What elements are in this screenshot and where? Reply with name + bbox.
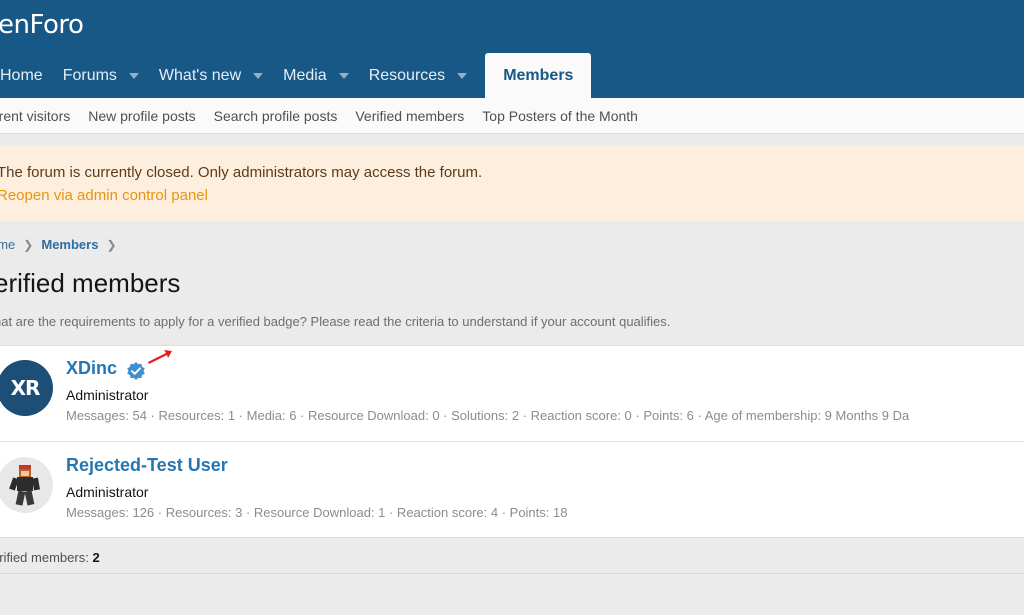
site-logo[interactable]: enForo — [0, 10, 84, 40]
reopen-link[interactable]: Reopen via admin control panel — [0, 185, 1024, 207]
page-title: erified members — [0, 268, 181, 298]
subnav-search-profile-posts[interactable]: Search profile posts — [205, 108, 347, 124]
arrow-annotation-icon — [148, 350, 172, 364]
tab-resources[interactable]: Resources — [359, 53, 477, 98]
member-role: Administrator — [66, 387, 149, 403]
avatar-initials: XR — [10, 376, 41, 400]
tab-members[interactable]: Members — [485, 53, 592, 98]
list-item: Rejected-Test User Administrator Message… — [0, 443, 1024, 539]
forum-closed-notice: The forum is currently closed. Only admi… — [0, 146, 1024, 221]
list-item: XR XDinc Administrator Messages: 54 · Re… — [0, 346, 1024, 442]
site-header: enForo Home Forums What's new Media Reso… — [0, 0, 1024, 98]
chevron-right-icon: ❯ — [106, 237, 117, 252]
avatar[interactable]: XR — [0, 360, 53, 416]
tab-whats-new[interactable]: What's new — [149, 53, 273, 98]
subnav-verified-members[interactable]: Verified members — [346, 108, 473, 124]
tab-media[interactable]: Media — [273, 53, 359, 98]
subnav-new-profile-posts[interactable]: New profile posts — [79, 108, 204, 124]
verified-count: erified members: 2 — [0, 550, 100, 565]
chevron-down-icon[interactable] — [457, 72, 468, 79]
chevron-down-icon[interactable] — [253, 72, 264, 79]
member-stats: Messages: 126 · Resources: 3 · Resource … — [66, 505, 568, 520]
tab-home-label: Home — [0, 66, 43, 84]
chevron-down-icon[interactable] — [338, 72, 349, 79]
tab-whats-new-label: What's new — [158, 66, 242, 84]
tab-media-label: Media — [283, 66, 327, 84]
subnav-top-posters[interactable]: Top Posters of the Month — [473, 108, 647, 124]
verified-count-value: 2 — [92, 550, 100, 565]
sub-nav: rrent visitors New profile posts Search … — [0, 98, 1024, 134]
chevron-right-icon: ❯ — [23, 237, 34, 252]
breadcrumb-home[interactable]: ome — [0, 237, 15, 252]
member-list: XR XDinc Administrator Messages: 54 · Re… — [0, 345, 1024, 538]
member-stats: Messages: 54 · Resources: 1 · Media: 6 ·… — [66, 408, 910, 423]
character-avatar-icon — [9, 465, 40, 506]
divider — [0, 573, 1024, 574]
notice-text: The forum is currently closed. Only admi… — [0, 164, 483, 181]
tab-forums[interactable]: Forums — [53, 53, 149, 98]
tab-forums-label: Forums — [62, 66, 117, 84]
member-name[interactable]: XDinc — [66, 358, 117, 379]
avatar[interactable] — [0, 457, 53, 513]
verified-badge-icon — [127, 362, 145, 380]
main-nav: Home Forums What's new Media Resources M… — [0, 53, 592, 98]
chevron-down-icon[interactable] — [128, 72, 139, 79]
member-name[interactable]: Rejected-Test User — [66, 455, 228, 476]
tab-home[interactable]: Home — [0, 53, 53, 98]
tab-resources-label: Resources — [368, 66, 446, 84]
member-role: Administrator — [66, 484, 149, 500]
subnav-current-visitors[interactable]: rrent visitors — [0, 108, 79, 124]
verified-count-label: erified members: — [0, 550, 89, 565]
page-description: hat are the requirements to apply for a … — [0, 314, 671, 329]
breadcrumb-members[interactable]: Members — [41, 237, 98, 252]
tab-members-label: Members — [503, 66, 574, 84]
breadcrumb: ome ❯ Members ❯ — [0, 237, 125, 252]
